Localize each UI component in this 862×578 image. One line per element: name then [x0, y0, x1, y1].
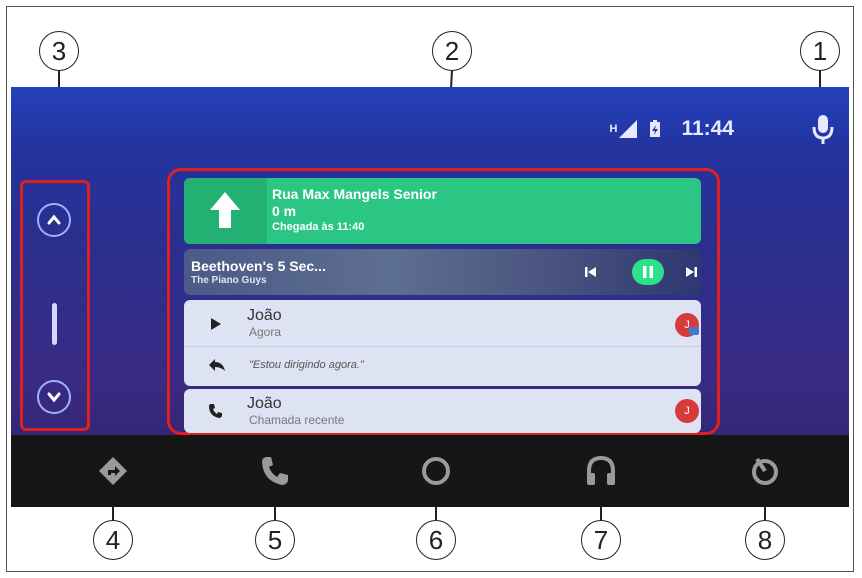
callout-2: 2: [432, 31, 472, 71]
callout-5: 5: [255, 520, 295, 560]
call-detail: Chamada recente: [249, 413, 345, 427]
quick-reply-text[interactable]: "Estou dirigindo agora.": [249, 359, 364, 371]
pause-icon: [643, 266, 653, 278]
street-name: Rua Max Mangels Senior: [272, 186, 437, 202]
navigation-icon[interactable]: [93, 451, 133, 491]
media-card[interactable]: Beethoven's 5 Sec... The Piano Guys: [184, 249, 701, 295]
skip-previous-icon[interactable]: [584, 265, 598, 279]
callout-6: 6: [416, 520, 456, 560]
home-icon[interactable]: [416, 451, 456, 491]
callout-3: 3: [39, 31, 79, 71]
scroll-up-button[interactable]: [37, 203, 71, 237]
headphones-icon[interactable]: [581, 451, 621, 491]
scroll-indicator[interactable]: [52, 303, 57, 345]
message-badge-icon: [689, 327, 699, 335]
status-bar: H 11:44: [609, 117, 734, 141]
android-auto-screen: H 11:44 Rua Max Mangels Senior 0 m Chega…: [11, 87, 849, 507]
message-card[interactable]: João Agora J "Estou dirigindo agora.": [184, 300, 701, 386]
phone-small-icon: [209, 404, 222, 418]
chevron-down-icon: [47, 392, 61, 403]
scroll-down-button[interactable]: [37, 380, 71, 414]
microphone-icon[interactable]: [811, 113, 835, 150]
navigation-card[interactable]: Rua Max Mangels Senior 0 m Chegada às 11…: [184, 178, 701, 244]
scroll-rail: [20, 180, 90, 431]
skip-next-icon[interactable]: [684, 265, 698, 279]
callout-8: 8: [745, 520, 785, 560]
track-title: Beethoven's 5 Sec...: [191, 258, 326, 274]
signal-icon: [619, 120, 638, 138]
exit-icon[interactable]: [745, 451, 785, 491]
battery-icon: [650, 120, 661, 137]
message-time: Agora: [249, 325, 282, 339]
caller-name: João: [247, 395, 282, 412]
message-sender: João: [247, 307, 282, 324]
caller-avatar: J: [675, 399, 699, 423]
call-card[interactable]: João Chamada recente J: [184, 389, 701, 433]
bottom-nav-bar: [11, 435, 849, 507]
network-type: H: [609, 123, 618, 135]
phone-icon[interactable]: [255, 451, 295, 491]
chevron-up-icon: [47, 214, 61, 225]
notification-cards: Rua Max Mangels Senior 0 m Chegada às 11…: [167, 168, 720, 435]
arrival-time: Chegada às 11:40: [272, 221, 365, 233]
turn-direction: [184, 178, 267, 244]
play-pause-button[interactable]: [632, 259, 664, 285]
track-artist: The Piano Guys: [191, 275, 267, 286]
callout-1: 1: [800, 31, 840, 71]
callout-4: 4: [93, 520, 133, 560]
reply-icon[interactable]: [208, 358, 226, 372]
distance: 0 m: [272, 203, 297, 219]
play-icon[interactable]: [210, 317, 222, 331]
message-divider: [184, 346, 701, 347]
clock: 11:44: [681, 117, 734, 140]
arrow-up-icon: [210, 192, 240, 228]
callout-7: 7: [581, 520, 621, 560]
